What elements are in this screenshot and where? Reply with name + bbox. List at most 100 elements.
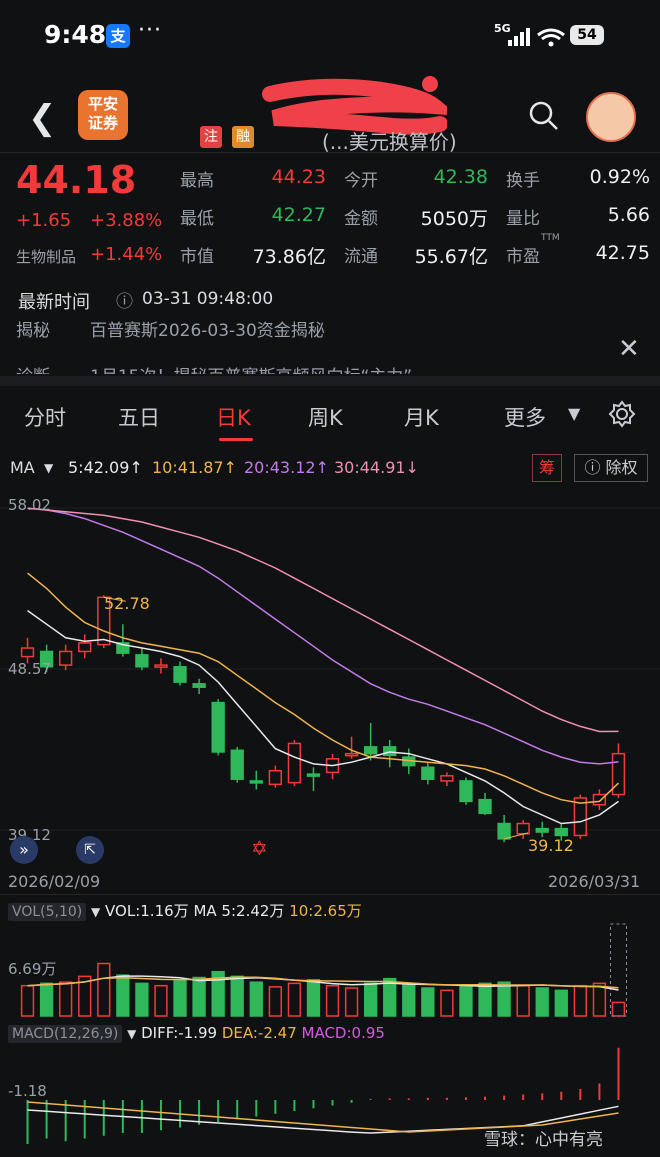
candlestick-chart[interactable] (0, 490, 660, 870)
candle-body (268, 769, 283, 786)
ma5-value: 5:42.09↑ (68, 458, 143, 477)
quote-value: 73.86亿 (252, 246, 326, 268)
volume-bar (192, 976, 206, 1017)
sector-name[interactable]: 生物制品 (16, 246, 76, 267)
trough-marker: 39.12 (528, 836, 574, 855)
tab-4[interactable]: 月K (404, 402, 439, 432)
candle-body (440, 775, 454, 782)
tab-3[interactable]: 周K (308, 402, 343, 432)
adjust-label: 除权 (605, 458, 638, 477)
volume-bar (135, 982, 149, 1017)
tab-1[interactable]: 五日 (118, 402, 160, 432)
news-ticker[interactable]: 揭秘 百普赛斯2026-03-30资金揭秘 诊断 1月15次！揭秘百普赛斯高频风… (0, 318, 660, 374)
page-subtitle[interactable]: (...美元换算价) (322, 126, 457, 155)
signal-wifi-icon (508, 28, 565, 47)
volume-bar (230, 975, 244, 1017)
y-mid-label: 48.57 (8, 660, 51, 678)
close-icon[interactable]: ✕ (618, 334, 640, 364)
divider (0, 152, 660, 153)
battery-indicator: 54 (570, 25, 604, 45)
volume-bar (116, 974, 130, 1017)
volume-bar (306, 979, 321, 1017)
candle-body (478, 798, 492, 815)
ma30-value: 30:44.91↓ (334, 458, 419, 477)
candle-body (249, 780, 263, 784)
ma-label[interactable]: MA (10, 458, 35, 477)
tab-0[interactable]: 分时 (24, 402, 66, 432)
ma-series-line (27, 507, 619, 733)
quote-key: 量比 (506, 209, 540, 229)
quote-value: 42.27 (271, 204, 326, 226)
y-high-label: 58.02 (8, 496, 51, 514)
candle-body (497, 822, 511, 840)
quote-value: 44.23 (271, 166, 326, 188)
macd-dropdown-icon[interactable]: ▼ (127, 1027, 136, 1041)
candle-body (611, 752, 626, 796)
info-icon[interactable]: ⓘ (116, 287, 133, 312)
quote-key: 市值 (180, 247, 214, 267)
candle-body (173, 666, 187, 683)
section-gap (0, 376, 660, 386)
volume-bar (287, 982, 302, 1017)
tag-rong: 融 (232, 126, 254, 148)
volume-bar (58, 981, 73, 1017)
quote-key: 换手 (506, 171, 540, 191)
vol-ma5: MA 5:2.42万 (193, 902, 285, 920)
status-time: 9:48 (44, 20, 107, 49)
news-line-1: 百普赛斯2026-03-30资金揭秘 (90, 321, 325, 341)
quote-key: 今开 (344, 171, 378, 191)
candle-body (78, 642, 92, 653)
volume-bar (344, 987, 359, 1017)
date-end: 2026/03/31 (548, 872, 641, 891)
chip-button[interactable]: 筹 (532, 454, 562, 482)
volume-bar (459, 984, 473, 1017)
info-icon: ⓘ (584, 458, 606, 477)
tab-5[interactable]: 更多 (504, 402, 546, 432)
quote-key: 流通 (344, 247, 378, 267)
news-tag-1: 揭秘 (16, 321, 50, 341)
settings-gear-icon[interactable] (608, 400, 636, 428)
quote-value: 5050万 (420, 208, 488, 230)
tag-zhu: 注 (200, 126, 222, 148)
vol-label[interactable]: VOL(5,10) (8, 903, 87, 921)
quote-key: 金额 (344, 209, 378, 229)
active-tab-underline (219, 438, 253, 441)
volume-bar (268, 986, 283, 1017)
candle-body (383, 746, 397, 757)
fullscreen-icon[interactable]: ⇱ (76, 836, 104, 864)
more-dropdown-icon[interactable]: ▼ (568, 404, 580, 423)
volume-bar (325, 984, 340, 1017)
candle-body (535, 827, 549, 833)
search-icon[interactable] (528, 100, 560, 132)
back-icon[interactable]: ❮ (28, 98, 57, 138)
volume-bar (173, 980, 187, 1017)
volume-bar (440, 989, 454, 1017)
quote-value: 42.38 (433, 166, 488, 188)
volume-bar (535, 987, 549, 1017)
volume-bar (154, 984, 168, 1017)
event-marker-icon[interactable]: ✡ (251, 836, 268, 860)
candle-body (344, 752, 359, 757)
candle-body (287, 742, 302, 784)
volume-chart[interactable] (0, 922, 660, 1020)
adjust-button[interactable]: ⓘ 除权 (574, 454, 648, 482)
volume-bar (478, 982, 492, 1017)
volume-bar (554, 989, 568, 1017)
volume-bar (383, 977, 397, 1017)
volume-bar (97, 962, 111, 1017)
volume-bar (573, 984, 588, 1017)
avatar[interactable] (586, 92, 636, 142)
candle-body (154, 664, 168, 668)
ma-dropdown-icon[interactable]: ▼ (44, 461, 53, 475)
tab-2[interactable]: 日K (216, 402, 251, 432)
volume-bar (249, 981, 263, 1017)
quote-key: 最低 (180, 209, 214, 229)
quote-value: 0.92% (589, 166, 650, 188)
candle-body (192, 683, 206, 688)
volume-bar (402, 983, 416, 1017)
candle-body (363, 746, 378, 755)
expand-arrows-icon[interactable]: » (10, 836, 38, 864)
vol-dropdown-icon[interactable]: ▼ (91, 905, 100, 919)
candle-body (230, 749, 244, 780)
current-price: 44.18 (16, 158, 137, 202)
